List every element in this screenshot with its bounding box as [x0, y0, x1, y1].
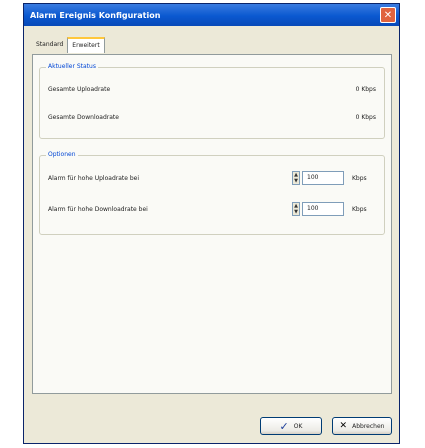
cancel-button[interactable]: ✕ Abbrechen — [332, 417, 392, 435]
ok-button[interactable]: ✓ OK — [260, 417, 322, 435]
alarm-upload-spinner[interactable]: ▲ ▼ — [292, 171, 300, 185]
cancel-button-label: Abbrechen — [352, 422, 385, 430]
title-bar[interactable]: Alarm Ereignis Konfiguration ✕ — [24, 4, 399, 26]
alarm-upload-unit: Kbps — [352, 175, 367, 182]
status-group: Aktueller Status Gesamte Uploadrate 0 Kb… — [39, 63, 385, 139]
options-group: Optionen Alarm für hohe Uploadrate bei ▲… — [39, 151, 385, 235]
spin-down-icon[interactable]: ▼ — [294, 178, 298, 184]
dialog-window: Alarm Ereignis Konfiguration ✕ Standard … — [23, 3, 400, 444]
status-group-title: Aktueller Status — [46, 63, 98, 70]
tab-erweitert[interactable]: Erweitert — [67, 37, 105, 53]
checkmark-icon: ✓ — [279, 419, 289, 433]
options-group-title: Optionen — [46, 151, 78, 158]
alarm-download-spinner[interactable]: ▲ ▼ — [292, 202, 300, 216]
ok-button-label: OK — [293, 422, 303, 430]
download-rate-value: 0 Kbps — [355, 114, 376, 121]
alarm-download-label: Alarm für hohe Downloadrate bei — [48, 206, 148, 213]
tab-panel: Aktueller Status Gesamte Uploadrate 0 Kb… — [32, 54, 392, 394]
alarm-download-unit: Kbps — [352, 206, 367, 213]
alarm-upload-label: Alarm für hohe Uploadrate bei — [48, 175, 140, 182]
upload-rate-value: 0 Kbps — [355, 86, 376, 93]
spin-down-icon[interactable]: ▼ — [294, 209, 298, 215]
download-rate-label: Gesamte Downloadrate — [48, 114, 119, 121]
window-title: Alarm Ereignis Konfiguration — [30, 10, 161, 20]
close-button[interactable]: ✕ — [380, 7, 396, 23]
upload-rate-label: Gesamte Uploadrate — [48, 86, 111, 93]
tab-standard[interactable]: Standard — [32, 38, 67, 52]
tab-strip: Standard Erweitert — [32, 37, 105, 54]
alarm-download-input[interactable]: 100 — [302, 202, 344, 216]
alarm-upload-input[interactable]: 100 — [302, 171, 344, 185]
close-icon: ✕ — [383, 10, 393, 21]
cancel-x-icon: ✕ — [339, 421, 348, 431]
